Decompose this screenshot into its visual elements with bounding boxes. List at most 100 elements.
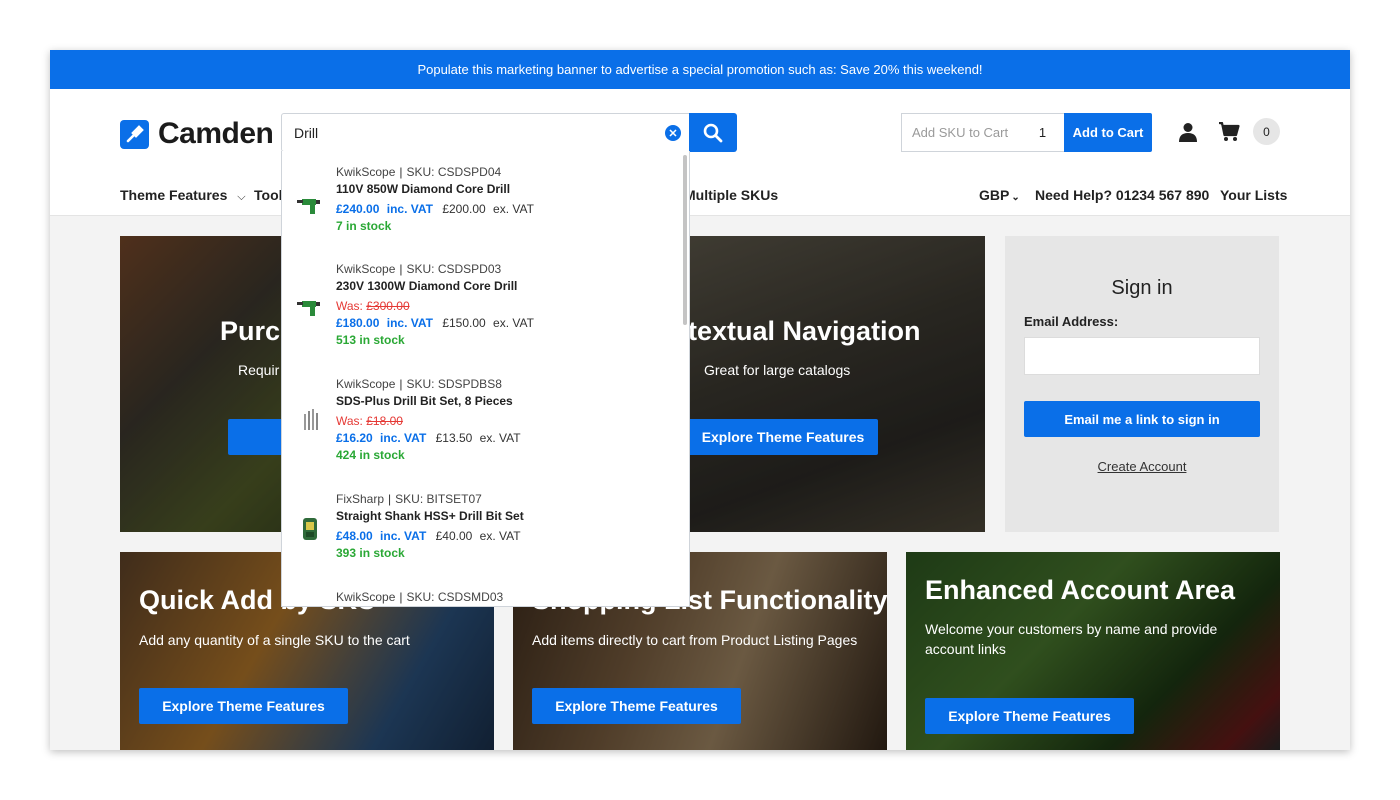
email-signin-link-button[interactable]: Email me a link to sign in: [1024, 401, 1260, 437]
currency-selector[interactable]: GBP ⌄: [979, 187, 1020, 203]
explore-button[interactable]: Explore Theme Features: [925, 698, 1134, 734]
price-inc-vat: £48.00: [336, 529, 373, 543]
tile-subtitle: Requir: [238, 362, 280, 378]
search-result-item[interactable]: KwikScope | SKU: CSDSPD03 230V 1300W Diamo…: [282, 261, 682, 365]
divider: |: [399, 165, 403, 179]
search-input[interactable]: [294, 114, 654, 151]
inc-vat-label: inc. VAT: [380, 529, 427, 543]
was-label: Was:: [336, 299, 363, 313]
help-phone[interactable]: Need Help? 01234 567 890: [1035, 187, 1209, 203]
result-name: Straight Shank HSS+ Drill Bit Set: [336, 509, 524, 523]
search-result-item[interactable]: KwikScope | SKU: SDSPDBS8 SDS-Plus Drill B…: [282, 376, 682, 480]
tile-title: textual Navigation: [688, 316, 921, 346]
divider: |: [399, 262, 403, 276]
price-ex-vat: £200.00: [442, 202, 486, 216]
page-frame: Populate this marketing banner to advert…: [50, 50, 1350, 750]
search-result-item[interactable]: KwikScope | SKU: CSDSPD04 110V 850W Diamon…: [282, 164, 682, 254]
signin-panel: Sign in Email Address: Email me a link t…: [1005, 236, 1279, 532]
quantity-input[interactable]: 1: [1021, 113, 1065, 152]
divider: |: [388, 492, 392, 506]
explore-button[interactable]: Explore Theme Features: [688, 419, 878, 455]
ex-vat-label: ex. VAT: [493, 202, 534, 216]
price-ex-vat: £13.50: [435, 431, 473, 445]
result-name: 230V 1300W Diamond Core Drill: [336, 279, 518, 293]
result-brand: KwikScope: [336, 377, 396, 391]
promo-banner: Populate this marketing banner to advert…: [50, 50, 1350, 89]
tile-enhanced-account[interactable]: Enhanced Account Area Welcome your custo…: [906, 552, 1280, 750]
nav-multiple-skus[interactable]: Multiple SKUs: [684, 187, 778, 203]
result-sku: SKU: BITSET07: [395, 492, 482, 506]
cart-count-badge[interactable]: 0: [1253, 118, 1280, 145]
search-result-item[interactable]: FixSharp | SKU: BITSET07 Straight Shank HS…: [282, 491, 682, 581]
chevron-down-icon: ⌄: [1011, 192, 1020, 203]
result-sku: SKU: CSDSMD03: [406, 590, 504, 604]
stock-status: 513 in stock: [336, 333, 405, 347]
site-header: Camden ✕ Add SKU to Cart 1 Add to Cart 0…: [50, 89, 1350, 216]
create-account-link[interactable]: Create Account: [1005, 459, 1279, 474]
bit-set-thumbnail: [303, 518, 317, 540]
was-label: Was:: [336, 414, 363, 428]
search-icon: [703, 123, 723, 142]
nav-theme-features-label: Theme Features: [120, 187, 228, 203]
stock-status: 424 in stock: [336, 448, 405, 462]
explore-button[interactable]: Explore Theme Features: [532, 688, 741, 724]
tile-subtitle: Add items directly to cart from Product …: [532, 632, 858, 648]
price-inc-vat: £16.20: [336, 431, 373, 445]
clear-icon[interactable]: ✕: [665, 125, 681, 141]
result-sku: SKU: CSDSPD04: [406, 165, 502, 179]
price-ex-vat: £150.00: [442, 316, 486, 330]
signin-title: Sign in: [1111, 277, 1173, 299]
tile-subtitle: Add any quantity of a single SKU to the …: [139, 632, 410, 648]
inc-vat-label: inc. VAT: [386, 202, 433, 216]
stock-status: 393 in stock: [336, 546, 405, 560]
chevron-down-icon: ⌵: [237, 191, 246, 203]
drill-thumbnail: [297, 199, 320, 214]
add-to-cart-button[interactable]: Add to Cart: [1064, 113, 1152, 152]
your-lists-link[interactable]: Your Lists: [1220, 187, 1287, 203]
inc-vat-label: inc. VAT: [386, 316, 433, 330]
result-brand: KwikScope: [336, 262, 396, 276]
sku-input[interactable]: Add SKU to Cart: [901, 113, 1022, 152]
scrollbar[interactable]: [683, 155, 687, 325]
tile-title: Enhanced Account Area: [925, 575, 1236, 605]
was-price: £18.00: [366, 414, 403, 428]
inc-vat-label: inc. VAT: [380, 431, 427, 445]
divider: |: [399, 377, 403, 391]
result-brand: KwikScope: [336, 165, 396, 179]
was-price: £300.00: [366, 299, 410, 313]
result-brand: FixSharp: [336, 492, 385, 506]
search-result-item[interactable]: KwikScope | SKU: CSDSMD03: [282, 589, 682, 606]
account-icon[interactable]: [1178, 122, 1198, 142]
price-ex-vat: £40.00: [435, 529, 473, 543]
nav-theme-features[interactable]: Theme Features ⌵: [120, 187, 246, 204]
result-name: SDS-Plus Drill Bit Set, 8 Pieces: [336, 394, 513, 408]
logo[interactable]: Camden: [120, 117, 274, 151]
divider: |: [399, 590, 403, 604]
email-label: Email Address:: [1024, 314, 1119, 329]
ex-vat-label: ex. VAT: [479, 529, 521, 543]
result-sku: SKU: SDSPDBS8: [406, 377, 502, 391]
explore-button[interactable]: Explore Theme Features: [139, 688, 348, 724]
price-inc-vat: £180.00: [336, 316, 380, 330]
email-field[interactable]: [1024, 337, 1260, 375]
tile-contextual-navigation[interactable]: textual Navigation Great for large catal…: [688, 236, 985, 532]
result-brand: KwikScope: [336, 590, 396, 604]
price-inc-vat: £240.00: [336, 202, 380, 216]
brand-name: Camden: [158, 117, 274, 150]
ex-vat-label: ex. VAT: [479, 431, 521, 445]
result-sku: SKU: CSDSPD03: [406, 262, 502, 276]
search-button[interactable]: [689, 113, 737, 152]
stock-status: 7 in stock: [336, 219, 392, 233]
search-results-dropdown: KwikScope | SKU: CSDSPD04 110V 850W Diamon…: [281, 151, 690, 607]
nav-tools[interactable]: Tool: [254, 187, 283, 203]
search-box[interactable]: ✕: [281, 113, 690, 152]
tile-subtitle: Welcome your customers by name and provi…: [925, 621, 1218, 657]
drill-bit-thumbnail: [304, 409, 318, 430]
result-name: 110V 850W Diamond Core Drill: [336, 182, 511, 196]
currency-label: GBP: [979, 187, 1010, 203]
cart-icon[interactable]: [1218, 122, 1240, 142]
drill-thumbnail: [297, 301, 320, 316]
ex-vat-label: ex. VAT: [493, 316, 534, 330]
tile-subtitle: Great for large catalogs: [704, 362, 851, 378]
screwdriver-icon: [120, 119, 149, 149]
